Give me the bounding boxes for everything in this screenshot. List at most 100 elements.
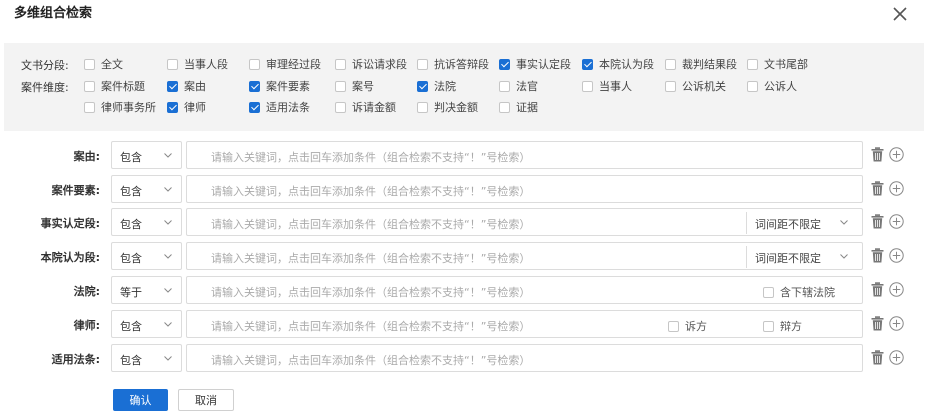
cancel-button[interactable]: 取消: [178, 389, 234, 411]
add-circle-icon[interactable]: [889, 181, 904, 196]
trash-icon[interactable]: [871, 248, 884, 263]
checkbox-box[interactable]: [665, 58, 676, 70]
checkbox-box[interactable]: [84, 101, 95, 113]
add-circle-icon[interactable]: [889, 147, 904, 162]
trash-icon[interactable]: [871, 214, 884, 229]
keyword-input[interactable]: 请输入关键词，点击回车添加条件（组合检索不支持“！”号检索）: [186, 141, 863, 169]
segment-checkbox[interactable]: 当事人段: [167, 57, 228, 71]
checkbox-box[interactable]: [499, 101, 510, 113]
operator-select[interactable]: 包含: [111, 141, 182, 169]
checkbox-box[interactable]: [84, 58, 95, 70]
dimension-checkbox[interactable]: 法官: [499, 79, 538, 93]
checkbox-box[interactable]: [335, 101, 346, 113]
segment-checkbox[interactable]: 抗诉答辩段: [417, 57, 489, 71]
checkbox-box[interactable]: [665, 80, 676, 92]
add-circle-icon[interactable]: [889, 248, 904, 263]
operator-value: 包含: [120, 252, 142, 265]
keyword-input[interactable]: 请输入关键词，点击回车添加条件（组合检索不支持“！”号检索）: [186, 175, 863, 203]
checkbox-box[interactable]: [417, 58, 428, 70]
word-distance-select[interactable]: 词间距不限定: [746, 246, 862, 268]
checkbox-box[interactable]: [335, 58, 346, 70]
trash-icon[interactable]: [871, 147, 884, 162]
operator-select[interactable]: 包含: [111, 344, 182, 372]
checkbox-box[interactable]: [499, 58, 510, 70]
checkbox-box[interactable]: [582, 58, 593, 70]
segment-checkbox[interactable]: 本院认为段: [582, 57, 654, 71]
checkbox-box[interactable]: [335, 80, 346, 92]
checkbox-box[interactable]: [747, 58, 758, 70]
add-circle-icon[interactable]: [889, 316, 904, 331]
keyword-placeholder: 请输入关键词，点击回车添加条件（组合检索不支持“！”号检索）: [211, 151, 531, 164]
keyword-input[interactable]: 请输入关键词，点击回车添加条件（组合检索不支持“！”号检索） 词间距不限定: [186, 208, 863, 236]
dimension-checkbox[interactable]: 法院: [417, 79, 456, 93]
dimension-checkbox[interactable]: 律师: [167, 100, 206, 114]
checkbox-label: 当事人: [599, 80, 632, 93]
checkbox-box[interactable]: [747, 80, 758, 92]
include-subordinate-checkbox[interactable]: 含下辖法院: [763, 284, 835, 300]
checkbox-box[interactable]: [84, 80, 95, 92]
keyword-placeholder: 请输入关键词，点击回车添加条件（组合检索不支持“！”号检索）: [211, 252, 531, 265]
operator-select[interactable]: 包含: [111, 310, 182, 338]
segment-checkbox[interactable]: 事实认定段: [499, 57, 571, 71]
keyword-placeholder: 请输入关键词，点击回车添加条件（组合检索不支持“！”号检索）: [211, 354, 531, 367]
checkbox-box[interactable]: [249, 80, 260, 92]
word-distance-select[interactable]: 词间距不限定: [746, 212, 862, 234]
checkbox-box[interactable]: [417, 101, 428, 113]
dimension-checkbox[interactable]: 当事人: [582, 79, 632, 93]
add-circle-icon[interactable]: [889, 282, 904, 297]
checkbox-box[interactable]: [167, 101, 178, 113]
trash-icon[interactable]: [871, 350, 884, 365]
confirm-button[interactable]: 确认: [113, 389, 168, 411]
keyword-input[interactable]: 请输入关键词，点击回车添加条件（组合检索不支持“！”号检索）: [186, 344, 863, 372]
trash-icon[interactable]: [871, 282, 884, 297]
segment-checkbox[interactable]: 文书尾部: [747, 57, 808, 71]
segment-checkbox[interactable]: 诉讼请求段: [335, 57, 407, 71]
operator-select[interactable]: 包含: [111, 242, 182, 270]
checkbox-box[interactable]: [763, 320, 774, 332]
trash-icon[interactable]: [871, 181, 884, 196]
add-circle-icon[interactable]: [889, 214, 904, 229]
row-label: 事实认定段:: [40, 217, 100, 230]
dimension-checkbox[interactable]: 案号: [335, 79, 374, 93]
keyword-input[interactable]: 请输入关键词，点击回车添加条件（组合检索不支持“！”号检索） 词间距不限定: [186, 242, 863, 270]
segment-checkbox[interactable]: 审理经过段: [249, 57, 321, 71]
trash-icon[interactable]: [871, 316, 884, 331]
operator-select[interactable]: 等于: [111, 276, 182, 304]
checkbox-box[interactable]: [249, 58, 260, 70]
condition-row-statute: 适用法条: 包含 请输入关键词，点击回车添加条件（组合检索不支持“！”号检索）: [0, 344, 928, 372]
checkbox-box[interactable]: [167, 80, 178, 92]
dimension-checkbox[interactable]: 公诉人: [747, 79, 797, 93]
row-label: 案由:: [73, 150, 100, 163]
checkbox-label: 诉请金额: [352, 101, 396, 114]
checkbox-box[interactable]: [668, 320, 679, 332]
defendant-side-checkbox[interactable]: 辩方: [763, 318, 802, 334]
keyword-input[interactable]: 请输入关键词，点击回车添加条件（组合检索不支持“！”号检索） 诉方 辩方: [186, 310, 863, 338]
segment-checkbox[interactable]: 全文: [84, 57, 123, 71]
close-icon[interactable]: [892, 6, 908, 22]
operator-select[interactable]: 包含: [111, 208, 182, 236]
add-circle-icon[interactable]: [889, 350, 904, 365]
word-distance-value: 词间距不限定: [755, 252, 821, 265]
dimension-checkbox[interactable]: 适用法条: [249, 100, 310, 114]
dimension-checkbox[interactable]: 案由: [167, 79, 206, 93]
dimension-checkbox[interactable]: 律师事务所: [84, 100, 156, 114]
operator-select[interactable]: 包含: [111, 175, 182, 203]
dimension-checkbox[interactable]: 判决金额: [417, 100, 478, 114]
condition-row-court-opinion: 本院认为段: 包含 请输入关键词，点击回车添加条件（组合检索不支持“！”号检索）…: [0, 242, 928, 270]
checkbox-box[interactable]: [499, 80, 510, 92]
chevron-down-icon: [164, 322, 172, 327]
dimension-checkbox[interactable]: 案件标题: [84, 79, 145, 93]
checkbox-box[interactable]: [167, 58, 178, 70]
keyword-input[interactable]: 请输入关键词，点击回车添加条件（组合检索不支持“！”号检索） 含下辖法院: [186, 276, 863, 304]
checkbox-box[interactable]: [763, 286, 774, 298]
dimension-checkbox[interactable]: 诉请金额: [335, 100, 396, 114]
checkbox-box[interactable]: [417, 80, 428, 92]
segment-checkbox[interactable]: 裁判结果段: [665, 57, 737, 71]
checkbox-box[interactable]: [249, 101, 260, 113]
dimension-checkbox[interactable]: 案件要素: [249, 79, 310, 93]
dimension-checkbox[interactable]: 公诉机关: [665, 79, 726, 93]
checkbox-label: 法官: [516, 80, 538, 93]
plaintiff-side-checkbox[interactable]: 诉方: [668, 318, 707, 334]
dimension-checkbox[interactable]: 证据: [499, 100, 538, 114]
checkbox-box[interactable]: [582, 80, 593, 92]
